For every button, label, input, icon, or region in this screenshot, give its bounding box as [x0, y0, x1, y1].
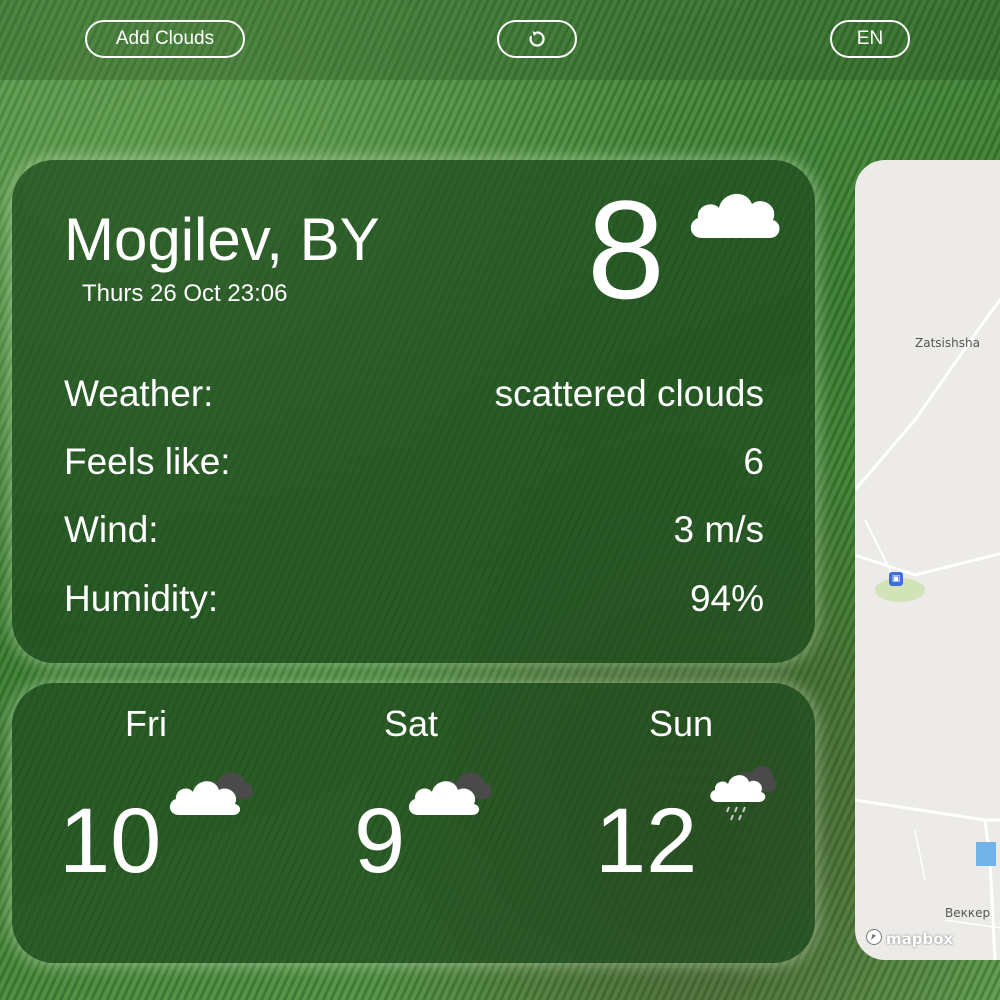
detail-row-feels-like: Feels like: 6 — [64, 441, 764, 491]
detail-row-humidity: Humidity: 94% — [64, 578, 764, 628]
current-weather-card: Mogilev, BY Thurs 26 Oct 23:06 8 Weather… — [12, 160, 815, 663]
rain-cloud-icon — [707, 758, 777, 826]
city-name: Mogilev, BY — [64, 206, 380, 273]
map-water-area — [976, 842, 996, 866]
forecast-day-name: Sun — [649, 703, 714, 744]
forecast-day-name: Fri — [125, 703, 167, 744]
detail-row-wind: Wind: 3 m/s — [64, 509, 764, 559]
detail-value: scattered clouds — [494, 373, 764, 414]
mapbox-logo[interactable]: mapbox — [865, 928, 953, 950]
date-time: Thurs 26 Oct 23:06 — [82, 280, 288, 307]
bus-stop-icon[interactable]: ▣ — [889, 572, 903, 586]
top-bar: Add Clouds EN — [0, 0, 1000, 80]
map-panel[interactable]: Zatsishsha ▣ Веккер mapbox — [855, 160, 1000, 960]
forecast-card: Fri 10 Sat 9 Sun 12 — [12, 683, 815, 963]
detail-label: Weather: — [64, 373, 214, 414]
map-place-label: Zatsishsha — [915, 336, 980, 350]
mapbox-wordmark: mapbox — [886, 930, 954, 948]
broken-clouds-icon — [165, 763, 255, 823]
mapbox-icon — [865, 928, 883, 950]
detail-value: 3 m/s — [673, 509, 764, 550]
refresh-icon — [527, 29, 547, 49]
forecast-day-fri: Fri 10 — [52, 683, 255, 953]
broken-clouds-icon — [404, 763, 494, 823]
language-button[interactable]: EN — [830, 20, 910, 58]
current-temperature: 8 — [587, 171, 665, 328]
forecast-day-sun: Sun 12 — [592, 683, 792, 953]
forecast-day-name: Sat — [384, 703, 439, 744]
detail-label: Humidity: — [64, 578, 219, 619]
map-place-label: Веккер — [945, 906, 991, 920]
detail-label: Wind: — [64, 509, 159, 550]
forecast-temperature: 9 — [354, 790, 406, 892]
detail-label: Feels like: — [64, 441, 231, 482]
detail-row-weather: Weather: scattered clouds — [64, 373, 764, 423]
map-roads — [855, 297, 1000, 960]
forecast-day-sat: Sat 9 — [342, 683, 542, 953]
refresh-button[interactable] — [497, 20, 577, 58]
detail-value: 94% — [689, 578, 764, 619]
detail-value: 6 — [743, 441, 764, 482]
forecast-temperature: 10 — [59, 790, 162, 892]
cloud-icon — [684, 180, 784, 246]
forecast-temperature: 12 — [595, 790, 698, 892]
add-clouds-button[interactable]: Add Clouds — [85, 20, 245, 58]
